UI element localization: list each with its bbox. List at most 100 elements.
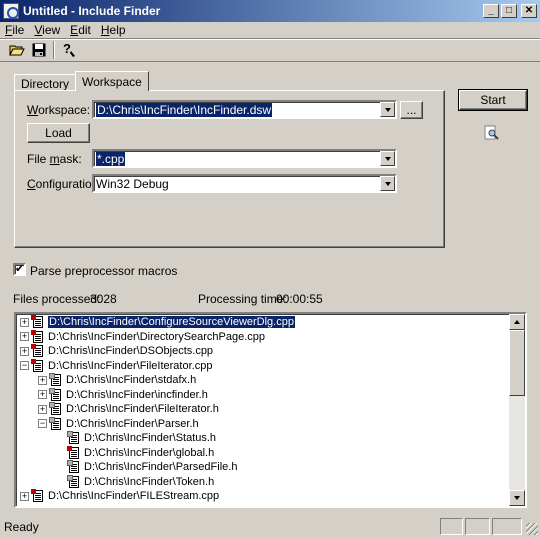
tree-row-label: D:\Chris\IncFinder\global.h [84,446,215,459]
status-bar: Ready [0,514,540,537]
status-pane-2 [465,518,490,535]
app-window: Untitled - Include Finder _ □ ✕ File Vie… [0,0,540,537]
scroll-up-button[interactable] [509,314,525,330]
tab-strip: Directory Workspace [14,71,149,91]
load-button[interactable]: Load [27,123,90,143]
tree-row-label: D:\Chris\IncFinder\Token.h [84,475,215,488]
expand-icon[interactable]: + [20,346,29,356]
tree-row-label: D:\Chris\IncFinder\Status.h [84,432,217,444]
expand-icon[interactable]: + [20,491,29,501]
app-icon[interactable] [3,3,19,19]
tree-row[interactable]: + D:\Chris\IncFinder\DirectorySearchPage.… [20,329,266,344]
file-mask-dropdown-button[interactable] [380,151,395,166]
browse-button[interactable]: ... [400,101,423,119]
cpp-file-icon [31,315,43,328]
files-processed-label: Files processed: [13,292,101,306]
menu-help[interactable]: Help [96,23,131,37]
files-processed-value: 3028 [90,292,117,306]
svg-text:?: ? [63,42,71,56]
status-pane-1 [440,518,463,535]
tree-row-label: D:\Chris\IncFinder\ParsedFile.h [84,461,238,473]
menu-bar: File View Edit Help [0,22,540,38]
maximize-button[interactable]: □ [501,4,517,18]
scroll-down-button[interactable] [509,490,525,506]
toolbar: ? [0,38,540,62]
save-icon[interactable] [28,40,50,60]
configuration-value: Win32 Debug [96,176,169,191]
tab-directory[interactable]: Directory [14,74,77,91]
header-file-icon [49,402,61,415]
tree-row[interactable]: + D:\Chris\IncFinder\FileIterator.h [38,402,219,416]
menu-view[interactable]: View [29,23,65,37]
tree-row-label: D:\Chris\IncFinder\ConfigureSourceViewer… [47,315,296,329]
header-file-icon [67,474,79,488]
include-tree[interactable]: + D:\Chris\IncFinder\ConfigureSourceViewe… [14,312,527,508]
cpp-file-icon [31,329,43,343]
status-pane-3 [492,518,522,535]
parse-macros-checkbox[interactable]: ✔ [13,263,26,276]
tree-row[interactable]: + D:\Chris\IncFinder\FILEStream.cpp [20,489,219,503]
tree-row-label: D:\Chris\IncFinder\FILEStream.cpp [48,490,220,502]
tree-row[interactable]: D:\Chris\IncFinder\global.h [56,445,215,460]
start-button[interactable]: Start [458,89,528,111]
chevron-down-icon [384,156,391,161]
expand-icon[interactable]: + [20,332,29,341]
chevron-down-icon [384,107,391,112]
workspace-dropdown-button[interactable] [380,102,395,117]
tree-row-label: D:\Chris\IncFinder\FileIterator.h [66,403,219,415]
header-file-icon [67,431,79,444]
window-title: Untitled - Include Finder [23,4,161,18]
header-file-icon [67,445,79,459]
workspace-label: Workspace: [27,103,91,117]
configuration-combo[interactable]: Win32 Debug [92,174,397,193]
tree-row[interactable]: − D:\Chris\IncFinder\Parser.h [38,416,199,431]
title-bar[interactable]: Untitled - Include Finder _ □ ✕ [0,0,540,22]
close-button[interactable]: ✕ [521,4,537,18]
tree-row[interactable]: + D:\Chris\IncFinder\DSObjects.cpp [20,344,213,358]
tree-row[interactable]: D:\Chris\IncFinder\ParsedFile.h [56,460,237,474]
cpp-file-icon [31,489,43,502]
expand-icon[interactable]: + [38,404,47,414]
tree-row[interactable]: − D:\Chris\IncFinder\FileIterator.cpp [20,358,212,373]
help-icon[interactable]: ? [58,40,80,60]
tree-row-label: D:\Chris\IncFinder\DSObjects.cpp [48,345,214,357]
menu-edit[interactable]: Edit [65,23,96,37]
expand-icon[interactable]: + [20,317,29,327]
workspace-value: D:\Chris\IncFinder\IncFinder.dsw [96,102,273,117]
processing-time-value: 00:00:55 [276,292,323,306]
tree-row[interactable]: D:\Chris\IncFinder\Status.h [56,431,216,445]
configuration-dropdown-button[interactable] [380,176,395,191]
menu-file[interactable]: File [0,23,29,37]
file-mask-combo[interactable]: *.cpp [92,149,397,168]
vertical-scrollbar[interactable] [509,314,525,506]
tree-row[interactable]: + D:\Chris\IncFinder\stdafx.h [38,373,196,387]
configuration-label: Configuration: [27,177,102,191]
tree-row-label: D:\Chris\IncFinder\DirectorySearchPage.c… [48,330,266,343]
header-file-icon [49,387,61,401]
minimize-button[interactable]: _ [483,4,499,18]
cpp-file-icon [31,358,43,372]
tree-row-label: D:\Chris\IncFinder\incfinder.h [66,388,208,401]
tree-row[interactable]: D:\Chris\IncFinder\Token.h [56,474,215,489]
parse-macros-label: Parse preprocessor macros [30,264,178,278]
tree-row-label: D:\Chris\IncFinder\Parser.h [66,417,199,430]
toolbar-separator [53,41,55,59]
tree-row[interactable]: + D:\Chris\IncFinder\incfinder.h [38,387,208,402]
header-file-icon [49,416,61,430]
resize-grip[interactable] [526,523,538,535]
collapse-icon[interactable]: − [38,419,47,428]
chevron-up-icon [514,320,520,324]
header-file-icon [49,373,61,386]
expand-icon[interactable]: + [38,390,47,399]
tab-workspace[interactable]: Workspace [75,71,149,91]
expand-icon[interactable]: + [38,375,47,385]
tree-row[interactable]: + D:\Chris\IncFinder\ConfigureSourceViewe… [20,315,296,329]
header-file-icon [67,460,79,473]
processing-time-label: Processing time: [198,292,287,306]
scroll-thumb[interactable] [509,330,525,396]
open-folder-icon[interactable] [6,40,28,60]
collapse-icon[interactable]: − [20,361,29,370]
chevron-down-icon [384,181,391,186]
chevron-down-icon [514,496,520,500]
workspace-combo[interactable]: D:\Chris\IncFinder\IncFinder.dsw [92,100,397,119]
